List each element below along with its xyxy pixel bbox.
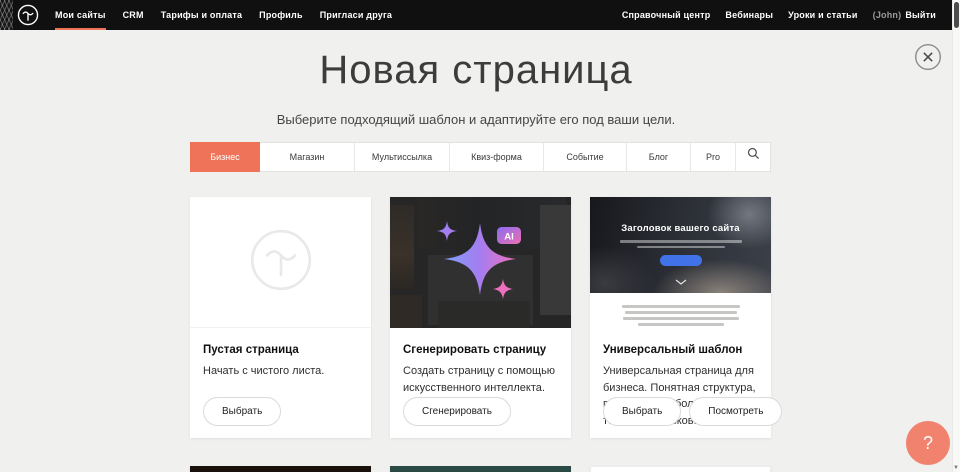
tab-blog[interactable]: Блог: [627, 143, 691, 171]
close-icon[interactable]: [914, 43, 942, 71]
nav-help-center[interactable]: Справочный центр: [622, 0, 711, 30]
help-button[interactable]: ?: [906, 421, 950, 465]
preview-heading: Заголовок вашего сайта: [590, 223, 771, 234]
tab-search[interactable]: [736, 143, 770, 171]
user-name: (John): [873, 10, 902, 20]
search-icon: [747, 143, 760, 171]
window-edge-texture: [0, 0, 13, 30]
topbar-nav-right: Справочный центр Вебинары Уроки и статьи…: [622, 0, 936, 30]
tab-quiz-form[interactable]: Квиз-форма: [450, 143, 544, 171]
template-preview: Заголовок вашего сайта: [590, 197, 771, 328]
card-title: Универсальный шаблон: [603, 344, 758, 356]
card-ai-generate[interactable]: AI Сгенерировать страницу Создать страни…: [390, 197, 571, 438]
card-partial-2[interactable]: [390, 466, 571, 472]
card-description: Создать страницу с помощью искусственног…: [403, 363, 558, 396]
template-cards: Пустая страница Начать с чистого листа. …: [190, 197, 771, 438]
preview-text-line: [623, 317, 739, 320]
preview-text-line: [622, 305, 740, 308]
template-cards-row2: [190, 466, 771, 472]
new-page-modal: Мои сайты CRM Тарифы и оплата Профиль Пр…: [0, 0, 960, 472]
select-button[interactable]: Выбрать: [203, 397, 281, 426]
chevron-down-icon: [675, 272, 687, 290]
card-actions: Выбрать Посмотреть: [603, 397, 782, 426]
ai-preview: AI: [390, 197, 571, 328]
preview-text-line: [637, 246, 725, 249]
nav-profile[interactable]: Профиль: [259, 0, 303, 30]
logout-link: Выйти: [905, 10, 936, 20]
card-title: Пустая страница: [203, 344, 358, 356]
preview-text-line: [625, 311, 737, 314]
tab-event[interactable]: Событие: [544, 143, 627, 171]
card-universal-template[interactable]: Заголовок вашего сайта Универсальный шаб…: [590, 197, 771, 438]
tab-pro[interactable]: Pro: [691, 143, 736, 171]
nav-my-sites[interactable]: Мои сайты: [55, 0, 106, 30]
nav-webinars[interactable]: Вебинары: [725, 0, 773, 30]
ai-badge: AI: [504, 232, 514, 243]
card-partial-3[interactable]: [590, 466, 771, 472]
nav-lessons[interactable]: Уроки и статьи: [788, 0, 858, 30]
card-blank-page[interactable]: Пустая страница Начать с чистого листа. …: [190, 197, 371, 438]
tilda-logo-icon[interactable]: [17, 4, 39, 26]
card-partial-1[interactable]: [190, 466, 371, 472]
blank-page-preview: [190, 197, 371, 328]
user-logout[interactable]: (John)Выйти: [873, 0, 936, 30]
card-actions: Выбрать: [203, 397, 281, 426]
card-title: Сгенерировать страницу: [403, 344, 558, 356]
question-icon: ?: [923, 433, 933, 454]
preview-hero: Заголовок вашего сайта: [590, 197, 771, 293]
card-actions: Сгенерировать: [403, 397, 511, 426]
tab-store[interactable]: Магазин: [260, 143, 355, 171]
topbar: Мои сайты CRM Тарифы и оплата Профиль Пр…: [0, 0, 952, 30]
page-title: Новая страница: [0, 48, 952, 93]
category-tabs: Бизнес Магазин Мультиссылка Квиз-форма С…: [190, 142, 771, 172]
preview-body: [590, 293, 771, 326]
view-button[interactable]: Посмотреть: [689, 397, 782, 426]
scrollbar-down-arrow[interactable]: ▼: [952, 465, 960, 471]
preview-text-line: [638, 323, 724, 326]
card-description: Начать с чистого листа.: [203, 363, 358, 380]
scrollbar-thumb[interactable]: [954, 2, 959, 28]
scrollbar[interactable]: ▼: [952, 0, 960, 472]
preview-cta-button: [660, 255, 702, 266]
generate-button[interactable]: Сгенерировать: [403, 397, 511, 426]
page-subtitle: Выберите подходящий шаблон и адаптируйте…: [0, 112, 952, 127]
ai-sparkle-icon: AI: [390, 197, 571, 328]
nav-tariffs[interactable]: Тарифы и оплата: [161, 0, 242, 30]
nav-crm[interactable]: CRM: [123, 0, 144, 30]
tab-multilink[interactable]: Мультиссылка: [355, 143, 450, 171]
tab-business[interactable]: Бизнес: [190, 142, 260, 172]
tilda-watermark-icon: [249, 228, 313, 297]
preview-text-line: [620, 240, 742, 243]
nav-invite-friend[interactable]: Пригласи друга: [320, 0, 392, 30]
topbar-nav-left: Мои сайты CRM Тарифы и оплата Профиль Пр…: [55, 0, 392, 30]
select-button[interactable]: Выбрать: [603, 397, 681, 426]
